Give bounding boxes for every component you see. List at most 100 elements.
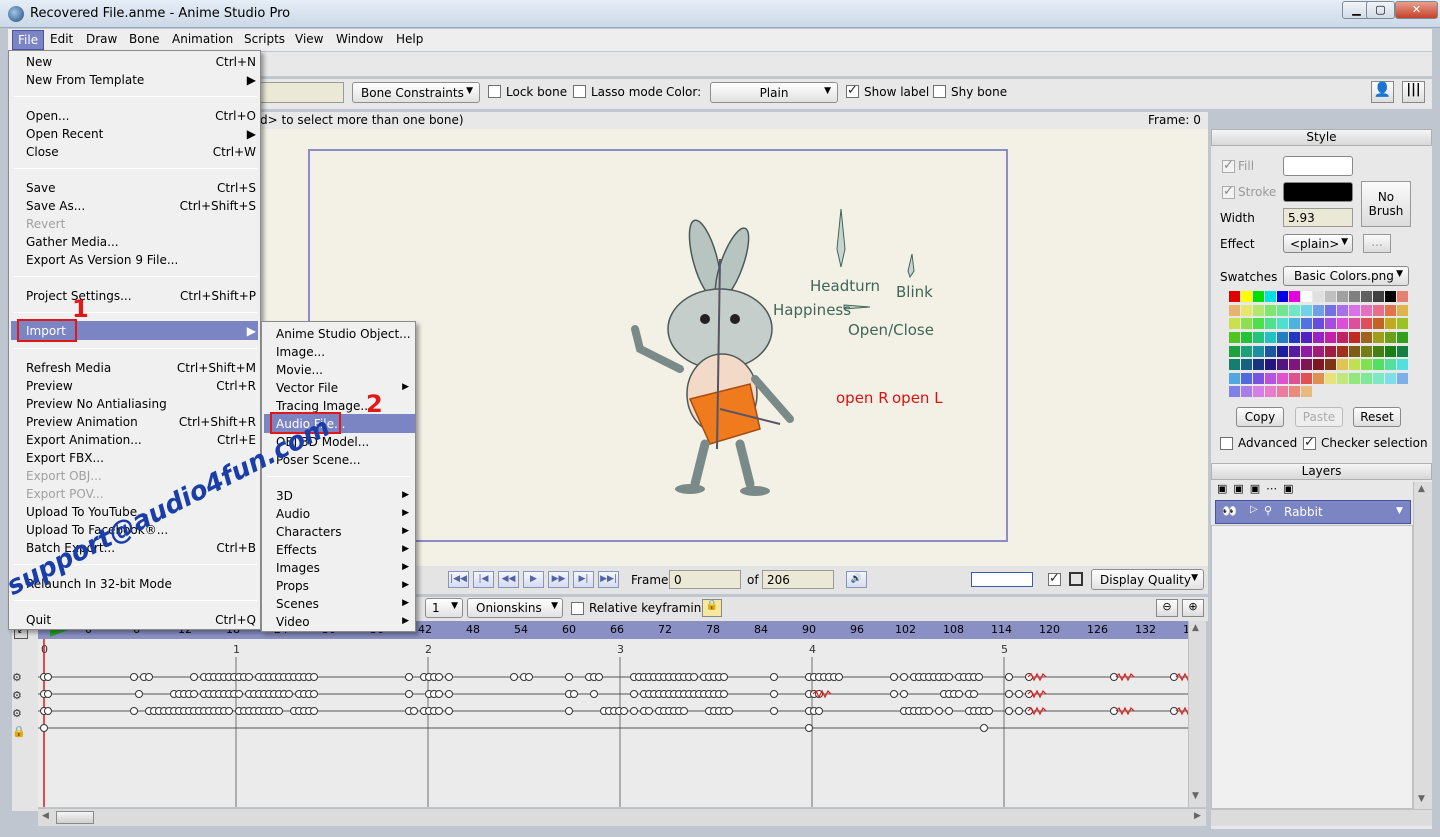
keyframe-dot[interactable]	[945, 673, 953, 681]
color-swatch[interactable]	[1289, 304, 1300, 316]
color-swatch[interactable]	[1253, 291, 1264, 302]
paste-button[interactable]: Paste	[1295, 407, 1343, 427]
timeline-tracks[interactable]: 012345	[38, 639, 1188, 807]
menu-scripts[interactable]: Scripts	[244, 32, 285, 46]
color-swatch[interactable]	[1229, 291, 1240, 302]
keyframe-dot[interactable]	[835, 673, 843, 681]
color-swatch[interactable]	[1385, 359, 1396, 371]
checker-selection-checkbox[interactable]	[1303, 435, 1316, 450]
keyframe-dot[interactable]	[145, 673, 153, 681]
menu-item-preview-animation[interactable]: Preview Animation	[26, 415, 138, 429]
color-swatch[interactable]	[1397, 318, 1408, 330]
channel-select[interactable]: 1 ▼	[425, 598, 463, 618]
keyframe-dot[interactable]	[980, 724, 988, 732]
keyframe-dot[interactable]	[900, 673, 908, 681]
color-swatch[interactable]	[1385, 291, 1396, 302]
zoom-out-icon[interactable]: ⊖	[1156, 599, 1178, 617]
expand-triangle-icon[interactable]: ▷	[1250, 504, 1258, 515]
keyframe-dot[interactable]	[190, 690, 198, 698]
menu-item-gather-media[interactable]: Gather Media...	[26, 235, 119, 249]
color-swatch[interactable]	[1325, 345, 1336, 357]
color-swatch[interactable]	[1325, 372, 1336, 384]
color-swatch[interactable]	[1373, 372, 1384, 384]
color-swatch[interactable]	[1229, 386, 1240, 398]
color-swatch[interactable]	[1385, 318, 1396, 330]
color-swatch[interactable]	[1349, 359, 1360, 371]
import-item-effects[interactable]: Effects	[276, 543, 317, 557]
color-swatch[interactable]	[1325, 318, 1336, 330]
color-swatch[interactable]	[1301, 291, 1312, 302]
keyframe-dot[interactable]	[1005, 707, 1013, 715]
color-swatch[interactable]	[1265, 386, 1276, 398]
keyframe-dot[interactable]	[590, 690, 598, 698]
menu-item-save[interactable]: Save	[26, 181, 55, 195]
keyframe-dot[interactable]	[935, 707, 943, 715]
menu-window[interactable]: Window	[336, 32, 383, 46]
color-swatch[interactable]	[1373, 331, 1384, 343]
import-item-anime-studio-object[interactable]: Anime Studio Object...	[276, 327, 411, 341]
shy-bone-checkbox[interactable]	[933, 85, 946, 98]
advanced-checkbox[interactable]	[1220, 437, 1233, 450]
color-swatch[interactable]	[1325, 304, 1336, 316]
import-item-characters[interactable]: Characters	[276, 525, 342, 539]
color-swatch[interactable]	[1265, 304, 1276, 316]
color-swatch[interactable]	[1361, 318, 1372, 330]
import-item-video[interactable]: Video	[276, 615, 310, 629]
color-swatch[interactable]	[1301, 331, 1312, 343]
step-forward-button[interactable]: ▶|	[573, 571, 594, 588]
layer-tool-icons[interactable]: ▣▣▣⋯▣	[1217, 482, 1300, 495]
show-label-checkbox[interactable]	[846, 83, 859, 98]
color-swatch[interactable]	[1313, 359, 1324, 371]
menu-item-new[interactable]: New	[26, 55, 52, 69]
menu-view[interactable]: View	[295, 32, 323, 46]
color-swatch[interactable]	[1397, 291, 1408, 302]
import-item-scenes[interactable]: Scenes	[276, 597, 319, 611]
keyframe-dot[interactable]	[435, 673, 443, 681]
color-swatch[interactable]	[1313, 318, 1324, 330]
color-swatch[interactable]	[1301, 359, 1312, 371]
frame-toggle-icon[interactable]	[1069, 572, 1083, 586]
first-frame-button[interactable]: |◀◀	[448, 571, 469, 588]
frame-input[interactable]: 0	[669, 570, 741, 589]
import-item-audio[interactable]: Audio	[276, 507, 310, 521]
close-button[interactable]: ✕	[1395, 1, 1438, 19]
menu-file[interactable]: File	[12, 30, 45, 50]
play-button[interactable]: ▶	[523, 571, 544, 588]
keyframe-dot[interactable]	[680, 707, 688, 715]
color-swatch[interactable]	[1253, 359, 1264, 371]
keyframe-dot[interactable]	[720, 673, 728, 681]
keyframe-dot[interactable]	[890, 673, 898, 681]
color-select[interactable]: Plain ▼	[710, 82, 838, 103]
keyframe-dot[interactable]	[130, 673, 138, 681]
color-swatch[interactable]	[1361, 359, 1372, 371]
color-swatch[interactable]	[1277, 318, 1288, 330]
color-swatch[interactable]	[1313, 372, 1324, 384]
copy-button[interactable]: Copy	[1236, 407, 1284, 427]
reset-button[interactable]: Reset	[1353, 407, 1401, 427]
keyframe-dot[interactable]	[405, 673, 413, 681]
step-back-button[interactable]: |◀	[473, 571, 494, 588]
menu-item-export-v9[interactable]: Export As Version 9 File...	[26, 253, 178, 267]
color-swatch[interactable]	[1349, 331, 1360, 343]
color-swatch[interactable]	[1289, 386, 1300, 398]
keyframe-dot[interactable]	[630, 690, 638, 698]
keyframe-dot[interactable]	[135, 690, 143, 698]
color-swatch[interactable]	[1325, 291, 1336, 302]
color-swatch[interactable]	[1325, 359, 1336, 371]
color-swatch[interactable]	[1337, 291, 1348, 302]
keyframe-dot[interactable]	[1005, 673, 1013, 681]
color-swatch[interactable]	[1337, 345, 1348, 357]
keyframe-tracks[interactable]: 012345	[38, 639, 1188, 807]
menu-item-export-animation[interactable]: Export Animation...	[26, 433, 142, 447]
keyframe-dot[interactable]	[310, 690, 318, 698]
menu-help[interactable]: Help	[396, 32, 423, 46]
color-swatch[interactable]	[1301, 318, 1312, 330]
keyframe-dot[interactable]	[970, 690, 978, 698]
keyframe-dot[interactable]	[690, 673, 698, 681]
keyframe-dot[interactable]	[645, 707, 653, 715]
import-item-movie[interactable]: Movie...	[276, 363, 323, 377]
color-swatch[interactable]	[1229, 304, 1240, 316]
menu-item-preview-no-aa[interactable]: Preview No Antialiasing	[26, 397, 167, 411]
color-swatch[interactable]	[1313, 331, 1324, 343]
keyframe-dot[interactable]	[925, 707, 933, 715]
